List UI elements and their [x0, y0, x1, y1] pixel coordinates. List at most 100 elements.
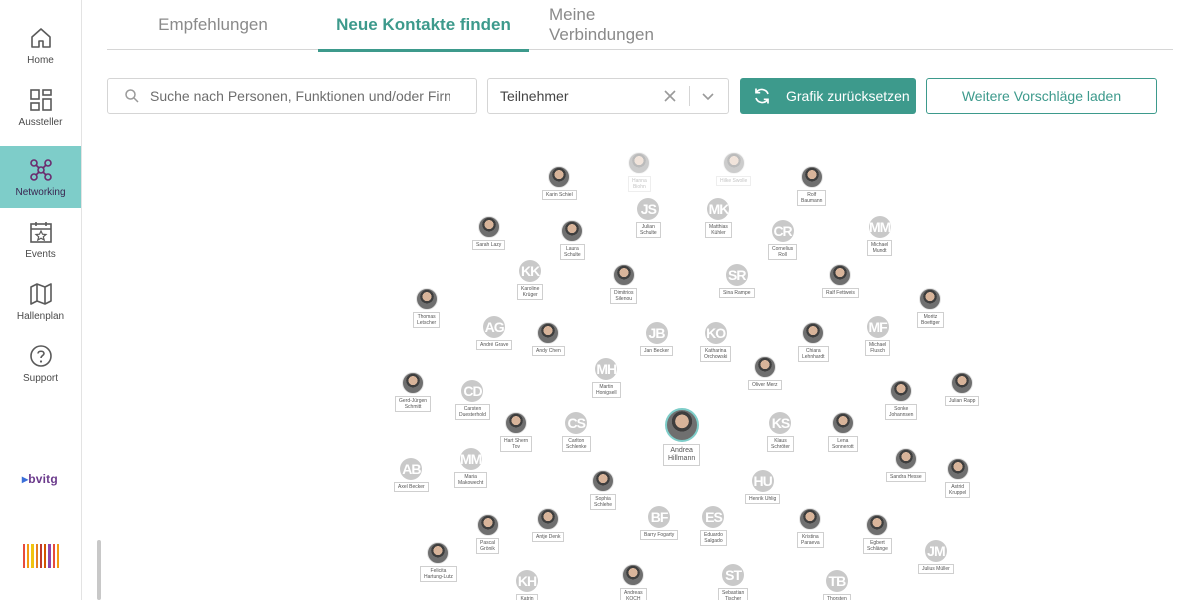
graph-node[interactable]: JB Jan Becker — [640, 322, 674, 356]
graph-node[interactable]: MM Maria Makowecht — [454, 448, 488, 488]
graph-node[interactable]: Egbert Schlänge — [863, 514, 892, 554]
graph-node[interactable]: JM Julius Müller — [918, 540, 954, 574]
avatar — [548, 166, 571, 188]
avatar: MK — [707, 198, 730, 220]
participant-filter-select[interactable]: Teilnehmer — [487, 78, 729, 114]
graph-node-label: Felicita Hartung-Lutz — [420, 566, 457, 582]
graph-node[interactable]: SR Sina Rampe — [719, 264, 755, 298]
reset-graph-button[interactable]: Grafik zurücksetzen — [740, 78, 916, 114]
graph-node-label: Laura Schulte — [560, 244, 585, 260]
sidebar-item-hallenplan[interactable]: Hallenplan — [0, 270, 81, 332]
sidebar-item-label: Support — [22, 372, 59, 384]
avatar — [890, 380, 913, 402]
graph-node-label: Sandra Hesse — [886, 472, 926, 482]
graph-node[interactable]: AB Axel Becker — [394, 458, 429, 492]
graph-node[interactable]: Sandra Hesse — [886, 448, 926, 482]
graph-node[interactable]: MM Michael Mundt — [867, 216, 893, 256]
graph-node[interactable]: Hilke Swolle — [716, 152, 752, 186]
sidebar-item-home[interactable]: Home — [0, 14, 81, 76]
avatar — [831, 412, 854, 434]
graph-node[interactable]: JS Julian Schulte — [636, 198, 661, 238]
graph-node[interactable]: Sophia Schlehe — [590, 470, 617, 510]
search-icon — [125, 89, 139, 103]
graph-node[interactable]: Astrid Kruppel — [945, 458, 971, 498]
graph-node[interactable]: Moritz Boettger — [917, 288, 944, 328]
sidebar-item-networking[interactable]: Networking — [0, 146, 81, 208]
graph-node-label: Sophia Schlehe — [590, 494, 617, 510]
avatar — [664, 408, 699, 442]
graph-node[interactable]: Karin Schiel — [542, 166, 577, 200]
graph-node[interactable]: TB Thorsten Becker — [823, 570, 851, 600]
graph-node[interactable]: Lena Sonnerott — [828, 412, 858, 452]
help-icon — [29, 344, 52, 367]
graph-node-label: Andy Chen — [532, 346, 565, 356]
graph-node[interactable]: KH Katrin Heinz — [516, 570, 538, 600]
graph-node[interactable]: ST Sebastian Tischer — [718, 564, 749, 600]
graph-node[interactable]: KK Karoline Krüger — [517, 260, 544, 300]
graph-node[interactable]: CS Carlton Schlenke — [562, 412, 591, 452]
avatar — [829, 264, 852, 286]
graph-node[interactable]: Chiara Lehnhardt — [798, 322, 829, 362]
graph-node[interactable]: Andy Chen — [532, 322, 565, 356]
load-more-button[interactable]: Weitere Vorschläge laden — [926, 78, 1157, 114]
graph-node[interactable]: CD Carsten Duesterhold — [455, 380, 490, 420]
graph-node[interactable]: Oliver Merz — [748, 356, 782, 390]
graph-node-label: Oliver Merz — [748, 380, 782, 390]
graph-node[interactable]: Hanna Biohn — [628, 152, 651, 192]
graph-node[interactable]: Sarah Lazy — [472, 216, 506, 250]
graph-node[interactable]: AG André Grave — [476, 316, 513, 350]
graph-node-label: Eduardo Salgado — [700, 530, 727, 546]
graph-node[interactable]: Kristina Paraeva — [797, 508, 824, 548]
clear-icon[interactable] — [663, 89, 677, 103]
graph-node[interactable]: Pascal Grönik — [476, 514, 500, 554]
tab-meine-verbindungen[interactable]: Meine Verbindungen — [549, 0, 679, 50]
avatar — [505, 412, 528, 434]
graph-node[interactable]: MK Matthias Kühler — [705, 198, 732, 238]
graph-node-label: Moritz Boettger — [917, 312, 944, 328]
sidebar-item-label: Aussteller — [18, 116, 63, 128]
graph-node[interactable]: Felicita Hartung-Lutz — [420, 542, 457, 582]
graph-node[interactable]: HU Henrik Uhlig — [745, 470, 781, 504]
sidebar-item-events[interactable]: Events — [0, 208, 81, 270]
graph-node[interactable]: Laura Schulte — [560, 220, 585, 260]
graph-node[interactable]: Gerd-Jürgen Schmitt — [395, 372, 432, 412]
event-logo — [23, 542, 59, 568]
graph-node[interactable]: KO Katharina Orchowski — [700, 322, 732, 362]
graph-node[interactable]: Julian Rapp — [945, 372, 980, 406]
graph-node-label: Chiara Lehnhardt — [798, 346, 829, 362]
graph-node[interactable]: MH Martin Honigsell — [592, 358, 621, 398]
search-box — [107, 78, 477, 114]
sidebar-item-label: Hallenplan — [16, 310, 65, 322]
graph-node[interactable]: CR Cornelius Roll — [768, 220, 798, 260]
sidebar-item-aussteller[interactable]: Aussteller — [0, 76, 81, 138]
graph-node[interactable]: KS Klaus Schröter — [767, 412, 794, 452]
tab-neue-kontakte[interactable]: Neue Kontakte finden — [318, 0, 529, 52]
avatar — [722, 152, 745, 174]
graph-node[interactable]: Hart Shern Tov — [500, 412, 533, 452]
graph-node[interactable]: BF Barry Fogarty — [640, 506, 679, 540]
graph-node-label: Dimitrios Silenou — [610, 288, 638, 304]
graph-node[interactable]: MF Michael Flusch — [865, 316, 891, 356]
avatar — [800, 166, 823, 188]
graph-node[interactable]: Andreas KOCH — [620, 564, 647, 600]
graph-node-label: Hart Shern Tov — [500, 436, 533, 452]
search-input[interactable] — [150, 88, 450, 104]
graph-center-node[interactable]: Andrea Hillmann — [663, 408, 701, 466]
sidebar-item-support[interactable]: Support — [0, 332, 81, 394]
chevron-down-icon[interactable] — [700, 88, 716, 104]
graph-node-label: Julian Rapp — [945, 396, 980, 406]
graph-node[interactable]: Rolf Baumann — [797, 166, 827, 206]
graph-node[interactable]: Antje Denk — [532, 508, 565, 542]
select-divider — [689, 86, 690, 106]
graph-node[interactable]: ES Eduardo Salgado — [700, 506, 727, 546]
reset-graph-label: Grafik zurücksetzen — [786, 88, 910, 104]
graph-node-label: Antje Denk — [532, 532, 565, 542]
graph-node[interactable]: Ralf Fettweis — [822, 264, 859, 298]
graph-node-label: Michael Mundt — [867, 240, 893, 256]
tab-empfehlungen[interactable]: Empfehlungen — [137, 0, 289, 50]
graph-node[interactable]: Dimitrios Silenou — [610, 264, 638, 304]
graph-node[interactable]: Sonke Johannsen — [885, 380, 918, 420]
sidebar-item-label: Home — [27, 54, 54, 66]
graph-node[interactable]: Thomas Letscher — [413, 288, 441, 328]
avatar: CD — [461, 380, 484, 402]
